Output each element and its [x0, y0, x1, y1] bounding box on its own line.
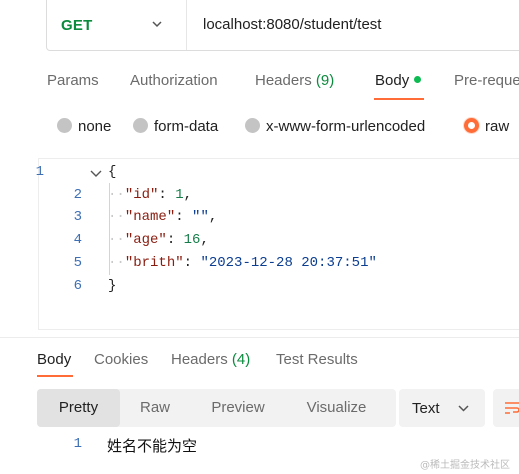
tab-response-headers-count: (4) [231, 351, 251, 368]
code-line: 3 ··"name": "", [0, 209, 480, 232]
radio-none-label: none [78, 118, 112, 135]
response-body-line: 1 姓名不能为空 [0, 434, 519, 458]
line-number: 2 [73, 187, 82, 203]
format-pretty-button[interactable]: Pretty [37, 389, 120, 427]
code-line: 5 ··"brith": "2023-12-28 20:37:51" [0, 255, 480, 278]
radio-form-data-label: form-data [154, 118, 219, 135]
active-tab-underline [37, 375, 73, 377]
watermark: @稀土掘金技术社区 [420, 460, 510, 471]
tab-params[interactable]: Params [47, 72, 99, 89]
radio-selected-dot-icon [464, 118, 479, 133]
tab-response-headers-label: Headers [171, 351, 228, 368]
tab-prerequest[interactable]: Pre-reque [454, 72, 519, 89]
chevron-down-icon [152, 21, 162, 28]
tab-response-headers[interactable]: Headers (4) [171, 351, 250, 368]
radio-dot-icon [57, 118, 72, 133]
wrap-lines-icon [505, 402, 519, 414]
radio-none[interactable]: none [57, 118, 111, 135]
tab-response-body[interactable]: Body [37, 351, 71, 368]
code-line: 6 } [0, 278, 480, 301]
language-select-label: Text [412, 400, 440, 417]
line-number: 1 [73, 436, 82, 452]
line-number: 6 [73, 278, 82, 294]
body-type-radios: none form-data x-www-form-urlencoded raw [0, 112, 519, 142]
code-line: 2 ··"id": 1, [0, 187, 480, 210]
tab-authorization[interactable]: Authorization [130, 72, 218, 89]
json-colon: : [175, 209, 193, 225]
json-key: "name" [124, 209, 176, 225]
json-comma: , [183, 187, 193, 203]
request-tabs: Params Authorization Headers (9) Body Pr… [0, 60, 519, 102]
code-line: 1 { [0, 164, 480, 187]
tab-body[interactable]: Body [375, 72, 422, 89]
json-value: "" [192, 209, 209, 225]
radio-urlencoded[interactable]: x-www-form-urlencoded [245, 118, 425, 135]
json-value: "2023-12-28 20:37:51" [200, 255, 377, 271]
json-value: 1 [175, 187, 184, 203]
format-toggle-group: Pretty Raw Preview Visualize [37, 389, 396, 427]
format-raw-button[interactable]: Raw [120, 389, 190, 427]
tab-test-results[interactable]: Test Results [276, 351, 358, 368]
tab-body-label: Body [375, 72, 410, 89]
tab-headers-label: Headers [255, 72, 312, 89]
radio-dot-icon [133, 118, 148, 133]
line-number: 4 [73, 232, 82, 248]
format-visualize-button[interactable]: Visualize [286, 389, 387, 427]
url-input[interactable]: localhost:8080/student/test [203, 16, 381, 33]
tab-headers-count: (9) [315, 72, 335, 89]
format-preview-button[interactable]: Preview [190, 389, 286, 427]
radio-dot-icon [245, 118, 260, 133]
json-key: "brith" [124, 255, 184, 271]
request-url-bar: GET localhost:8080/student/test [46, 0, 519, 51]
line-number: 3 [73, 209, 82, 225]
json-key: "age" [124, 232, 167, 248]
radio-form-data[interactable]: form-data [133, 118, 218, 135]
json-value: 16 [183, 232, 201, 248]
json-open-brace: { [108, 164, 117, 180]
radio-raw[interactable]: raw [464, 118, 509, 135]
json-close-brace: } [108, 278, 117, 294]
fold-chevron-icon[interactable] [90, 168, 102, 180]
method-select[interactable]: GET [47, 0, 187, 50]
response-tabs: Body Cookies Headers (4) Test Results [0, 338, 519, 378]
body-modified-dot-icon [414, 76, 422, 83]
radio-urlencoded-label: x-www-form-urlencoded [266, 118, 426, 135]
json-key: "id" [124, 187, 159, 203]
line-number: 5 [73, 255, 82, 271]
line-number: 1 [35, 164, 44, 180]
tab-headers[interactable]: Headers (9) [255, 72, 334, 89]
json-colon: : [158, 187, 176, 203]
json-colon: : [183, 255, 201, 271]
method-label: GET [61, 17, 93, 34]
active-tab-underline [374, 98, 424, 100]
wrap-lines-button[interactable] [493, 389, 519, 427]
response-text: 姓名不能为空 [107, 437, 198, 455]
radio-raw-label: raw [485, 118, 510, 135]
json-comma: , [200, 232, 209, 248]
chevron-down-icon [458, 405, 469, 412]
indent-guide [109, 183, 110, 275]
code-line: 4 ··"age": 16, [0, 232, 480, 255]
json-comma: , [208, 209, 218, 225]
json-colon: : [166, 232, 184, 248]
language-select[interactable]: Text [399, 389, 485, 427]
tab-cookies[interactable]: Cookies [94, 351, 148, 368]
